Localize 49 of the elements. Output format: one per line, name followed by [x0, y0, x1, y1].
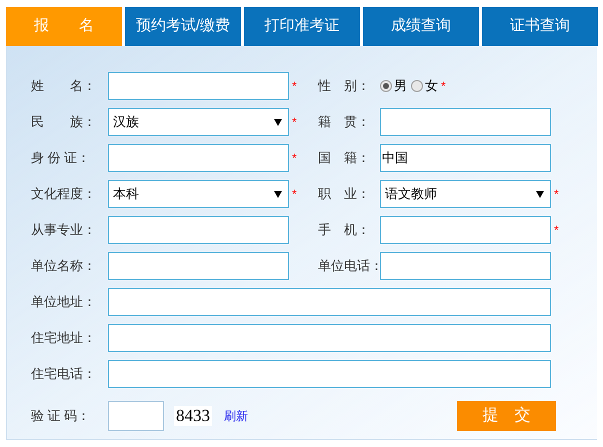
captcha-field[interactable] [108, 401, 164, 431]
nav-tab[interactable]: 打印准考证 [244, 7, 360, 46]
field-label: 身 份 证： [30, 149, 92, 168]
caret-icon [536, 190, 544, 198]
field-label: 手 机： [318, 221, 371, 240]
field-label: 验 证 码： [30, 407, 92, 426]
text-field[interactable] [108, 360, 551, 388]
field-label: 姓 名： [30, 77, 97, 96]
nav-tab[interactable]: 证书查询 [482, 7, 598, 46]
captcha-image: 8433 [174, 406, 212, 426]
radio-option[interactable]: 男 [380, 76, 407, 96]
field-label: 单位电话： [318, 257, 380, 276]
text-field[interactable] [380, 216, 551, 244]
text-field[interactable] [108, 216, 289, 244]
dropdown-field[interactable]: 本科 [108, 180, 289, 208]
required-mark: * [292, 187, 297, 201]
dropdown-field[interactable]: 语文教师 [380, 180, 551, 208]
required-mark: * [292, 151, 297, 165]
field-label: 从事专业： [30, 221, 97, 240]
text-field[interactable] [380, 252, 551, 280]
field-label: 文化程度： [30, 185, 97, 204]
field-label: 性 别： [318, 77, 371, 96]
text-field[interactable] [108, 72, 289, 100]
field-label: 单位名称： [30, 257, 97, 276]
required-mark: * [292, 115, 297, 129]
caret-icon [274, 190, 282, 198]
text-field[interactable] [380, 108, 551, 136]
required-mark: * [554, 187, 559, 201]
field-label: 职 业： [318, 185, 371, 204]
field-label: 单位地址： [30, 293, 97, 312]
required-mark: * [554, 223, 559, 237]
text-field[interactable] [108, 288, 551, 316]
text-field[interactable] [108, 144, 289, 172]
required-mark: * [441, 79, 446, 93]
text-field[interactable] [108, 252, 289, 280]
dropdown-field[interactable]: 汉族 [108, 108, 289, 136]
refresh-link[interactable]: 刷新 [224, 407, 248, 425]
field-label: 住宅电话： [30, 365, 97, 384]
nav-tab[interactable]: 成绩查询 [363, 7, 479, 46]
field-label: 民 族： [30, 113, 97, 132]
caret-icon [274, 118, 282, 126]
nav-tab[interactable]: 预约考试/缴费 [125, 7, 241, 46]
text-field[interactable]: 中国 [380, 144, 551, 172]
radio-option[interactable]: 女 [411, 76, 438, 96]
required-mark: * [292, 79, 297, 93]
field-label: 籍 贯： [318, 113, 371, 132]
text-field[interactable] [108, 324, 551, 352]
field-label: 住宅地址： [30, 329, 97, 348]
field-label: 国 籍： [318, 149, 371, 168]
